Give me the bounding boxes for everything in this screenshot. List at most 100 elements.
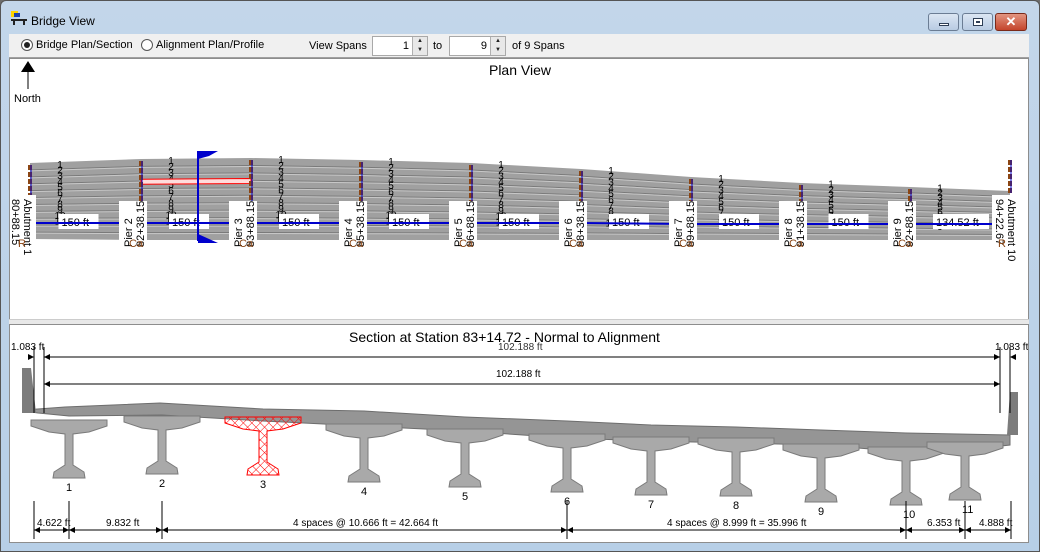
view-spans-label: View Spans (309, 40, 367, 52)
span-from-stepper[interactable]: 1 ▲ ▼ (372, 36, 428, 56)
girder-5[interactable]: 5 (426, 428, 504, 503)
dim-spacing-label: 4 spaces @ 8.999 ft = 35.996 ft (667, 518, 807, 529)
plan-view-canvas[interactable]: Plan View North 1234567891011150 ft12345… (8, 59, 1028, 319)
bridge-view-window: Bridge View ✕ Bridge Plan/Section Alignm… (0, 0, 1040, 552)
dim-spacing-label: 6.353 ft (927, 518, 961, 529)
spin-down-icon[interactable]: ▼ (413, 46, 427, 55)
girder-label: 4 (361, 486, 367, 498)
girder-shape (867, 446, 945, 506)
close-icon: ✕ (1005, 14, 1017, 29)
span-to-stepper[interactable]: 9 ▲ ▼ (449, 36, 506, 56)
dim-arrow-icon (44, 354, 50, 360)
dim-spacing-label: 4 spaces @ 10.666 ft = 42.664 ft (293, 518, 438, 529)
dim-arrow-icon (162, 527, 168, 533)
dim-arrow-icon (44, 381, 50, 387)
right-barrier (1007, 392, 1018, 435)
of-spans-label: of 9 Spans (512, 40, 565, 52)
support-abutment-10[interactable]: Abutment 1094+22.67R (992, 160, 1020, 261)
girder-shape (325, 423, 403, 483)
window-title: Bridge View (31, 14, 95, 28)
support-type-tag: Ca (129, 238, 144, 250)
support-type-tag: Ca (569, 238, 584, 250)
alignment-line (30, 222, 1010, 225)
girder-line (140, 194, 252, 197)
maximize-button[interactable] (962, 13, 993, 31)
girder-label: 8 (733, 500, 739, 512)
girder-shape (426, 428, 504, 488)
girder-label: 7 (648, 499, 654, 511)
dim-overhang-right: 1.083 ft (995, 342, 1028, 353)
dim-arrow-icon (28, 354, 34, 360)
minimize-icon (939, 23, 949, 26)
support-type-tag: Ca (898, 238, 913, 250)
span-to-value[interactable]: 9 (481, 40, 487, 52)
girder-label: 3 (260, 479, 266, 491)
plan-view-title: Plan View (489, 62, 552, 78)
span-from-value[interactable]: 1 (403, 40, 409, 52)
radio-label: Bridge Plan/Section (36, 39, 133, 51)
radio-selected-icon (21, 39, 33, 51)
radio-unselected-icon (141, 39, 153, 51)
dim-width-top: 102.188 ft (498, 342, 543, 353)
girder-shape (30, 419, 108, 479)
spin-up-icon[interactable]: ▲ (413, 37, 427, 46)
girder-shape (926, 441, 1004, 501)
girder-6[interactable]: 6 (528, 433, 606, 508)
support-type-tag: R (18, 238, 26, 250)
girder-label: 10 (903, 509, 915, 521)
dim-arrow-icon (561, 527, 567, 533)
dim-arrow-icon (1010, 354, 1016, 360)
support-type-tag: Ca (239, 238, 254, 250)
girder-2[interactable]: 2 (123, 415, 201, 490)
support-name: Abutment 10 (1005, 199, 1017, 261)
girder-8[interactable]: 8 (697, 437, 775, 512)
girder-line-highlight (140, 188, 252, 190)
support-type-tag: Ca (679, 238, 694, 250)
section-view-canvas[interactable]: Section at Station 83+14.72 - Normal to … (10, 325, 1029, 542)
maximize-icon (973, 18, 983, 26)
dim-arrow-icon (965, 527, 971, 533)
dim-overhang-left: 1.083 ft (11, 342, 45, 353)
dim-spacing-label: 4.622 ft (37, 518, 71, 529)
dim-spacing-label: 4.888 ft (979, 518, 1013, 529)
radio-label: Alignment Plan/Profile (156, 39, 265, 51)
dim-width-inner: 102.188 ft (496, 369, 541, 380)
bridge-deck-plan: 1234567891011150 ft1234567891011150 ft12… (29, 155, 1011, 240)
section-view-panel[interactable]: Section at Station 83+14.72 - Normal to … (9, 324, 1029, 543)
girder-label: 9 (818, 506, 824, 518)
support-type-tag: R (998, 238, 1006, 250)
selected-girder-plan[interactable] (140, 177, 252, 185)
girder-1[interactable]: 1 (30, 419, 108, 494)
title-bar[interactable]: Bridge View ✕ (1, 1, 1039, 34)
girder-label: 5 (462, 491, 468, 503)
girder-9[interactable]: 9 (782, 443, 860, 518)
spin-down-icon[interactable]: ▼ (491, 46, 505, 55)
dim-arrow-icon (900, 527, 906, 533)
support-type-tag: Ca (349, 238, 364, 250)
girder-line-highlight (140, 195, 252, 198)
radio-bridge-plan-section[interactable]: Bridge Plan/Section (21, 39, 133, 51)
girder-3[interactable]: 3 (224, 416, 302, 491)
close-button[interactable]: ✕ (995, 13, 1027, 31)
cut-flag-top-icon (198, 151, 218, 159)
girder-line (140, 187, 252, 189)
girder-shape (528, 433, 606, 493)
span-length-label: 150 ft (722, 217, 750, 229)
girder-shape (123, 415, 201, 475)
minimize-button[interactable] (928, 13, 959, 31)
girder-7[interactable]: 7 (612, 436, 690, 511)
girder-label: 2 (159, 478, 165, 490)
girder-shape (697, 437, 775, 497)
girder-4[interactable]: 4 (325, 423, 403, 498)
plan-view-panel[interactable]: Plan View North 1234567891011150 ft12345… (8, 58, 1029, 320)
bridge-app-icon (11, 11, 27, 25)
dim-arrow-icon (156, 527, 162, 533)
girder-label: 1 (66, 482, 72, 494)
dim-arrow-icon (994, 381, 1000, 387)
radio-alignment-plan-profile[interactable]: Alignment Plan/Profile (141, 39, 264, 51)
dim-spacing-label: 9.832 ft (106, 518, 140, 529)
dim-arrow-icon (994, 354, 1000, 360)
toolbar: Bridge Plan/Section Alignment Plan/Profi… (9, 34, 1029, 58)
spin-up-icon[interactable]: ▲ (491, 37, 505, 46)
support-type-tag: Ca (459, 238, 474, 250)
